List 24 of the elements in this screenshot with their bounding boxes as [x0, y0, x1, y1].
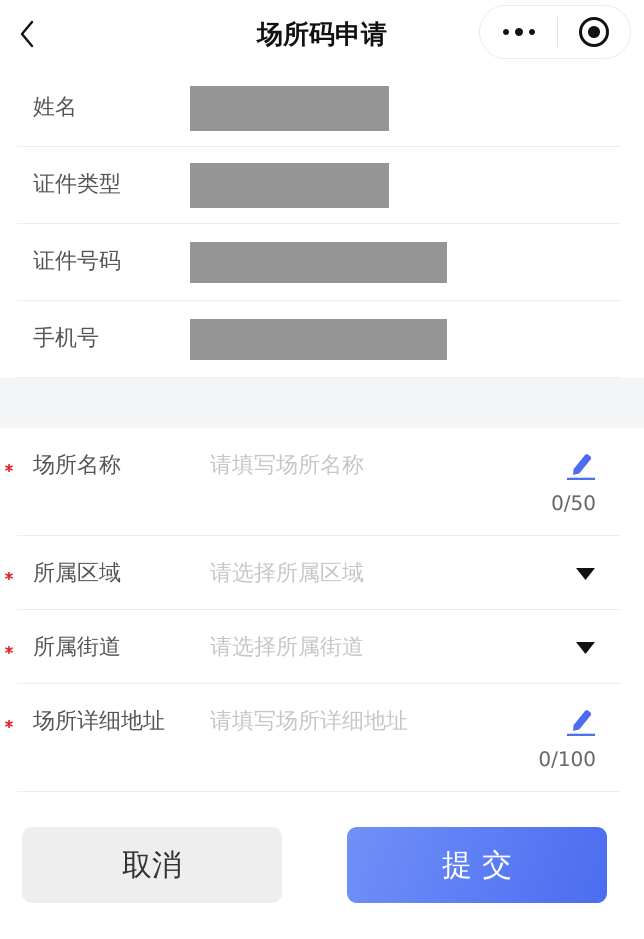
pencil-icon	[566, 451, 596, 481]
field-label: 场所名称	[33, 452, 122, 480]
text-input[interactable]: 请填写场所详细地址	[210, 707, 566, 737]
pencil-icon	[566, 707, 596, 737]
circle-dot-icon	[578, 16, 610, 48]
select-field[interactable]: 请选择所属街道	[210, 633, 576, 663]
field-label: 证件号码	[33, 248, 122, 276]
dropdown-triangle-icon	[576, 568, 595, 580]
dropdown-triangle-icon	[576, 642, 595, 654]
chevron-left-icon	[19, 20, 35, 48]
text-input[interactable]: 请填写场所名称	[210, 451, 566, 481]
select-field[interactable]: 请选择所属区域	[210, 559, 576, 589]
field-label: 证件类型	[33, 171, 122, 199]
field-label: 手机号	[33, 325, 100, 353]
field-label: 所属区域	[33, 560, 122, 588]
cancel-button[interactable]: 取消	[22, 827, 282, 903]
submit-button[interactable]: 提 交	[347, 827, 607, 903]
more-dots-icon	[502, 27, 535, 37]
field-label: 场所详细地址	[33, 708, 166, 736]
field-label: 所属街道	[33, 634, 122, 662]
character-counter: 0/100	[538, 747, 596, 771]
field-label: 姓名	[33, 94, 78, 122]
page-title: 场所码申请	[257, 22, 387, 48]
character-counter: 0/50	[551, 491, 596, 515]
